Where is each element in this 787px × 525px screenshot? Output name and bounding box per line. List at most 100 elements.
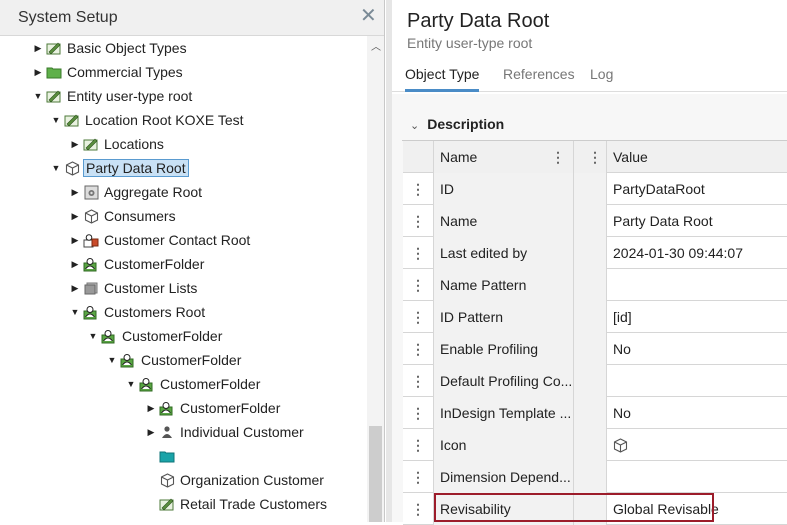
tree-node[interactable]: ▼ CustomerFolder [106,348,243,372]
property-value[interactable] [607,269,787,301]
collapse-arrow-icon[interactable]: ▼ [50,115,62,125]
tab-references[interactable]: References [503,66,575,92]
drag-handle-icon[interactable]: ⋮ [403,301,434,333]
property-value[interactable]: Global Revisable [607,493,787,525]
tree-node-label: Aggregate Root [104,184,203,200]
tree-node[interactable]: ▶ Aggregate Root [69,180,204,204]
property-value[interactable]: 2024-01-30 09:44:07 [607,237,787,269]
drag-handle-icon[interactable]: ⋮ [403,173,434,205]
drag-handle-icon[interactable]: ⋮ [403,429,434,461]
tree-node-label: Consumers [104,208,176,224]
tree-node[interactable]: ▼ Location Root KOXE Test [50,108,246,132]
collapse-arrow-icon[interactable]: ▼ [125,379,137,389]
tree-node-label: CustomerFolder [160,376,261,392]
column-header-name[interactable]: Name ⋮ [434,141,574,173]
drag-handle-icon[interactable]: ⋮ [403,493,434,525]
expand-arrow-icon[interactable]: ▶ [145,403,157,414]
expand-arrow-icon[interactable]: ▶ [69,235,81,246]
tree-node[interactable]: ▶ Consumers [69,204,178,228]
panel-header: System Setup ✕ [0,0,384,36]
tree-node-label: Entity user-type root [67,88,193,104]
tree-node[interactable] [145,444,182,468]
column-menu-icon[interactable]: ⋮ [574,141,607,173]
close-icon[interactable]: ✕ [360,6,377,26]
table-row[interactable]: ⋮ ID PartyDataRoot [403,173,787,205]
drag-handle-icon[interactable]: ⋮ [403,269,434,301]
table-row[interactable]: ⋮ Last edited by 2024-01-30 09:44:07 [403,237,787,269]
column-menu-icon[interactable]: ⋮ [551,149,565,166]
expand-arrow-icon[interactable]: ▶ [69,259,81,270]
table-row[interactable]: ⋮ Default Profiling Co... [403,365,787,397]
expand-arrow-icon[interactable]: ▶ [69,139,81,150]
table-row[interactable]: ⋮ Name Party Data Root [403,205,787,237]
chevron-up-icon[interactable]: ︿ [371,38,381,53]
expand-arrow-icon[interactable]: ▶ [69,283,81,294]
property-name: Last edited by [434,237,574,269]
tree-node[interactable]: ▼ Party Data Root [50,156,189,180]
tree-node[interactable]: ▶ Locations [69,132,166,156]
tree-node-label: CustomerFolder [180,400,281,416]
tree-node[interactable]: ▶ Individual Customer [145,420,306,444]
table-row[interactable]: ⋮ Icon [403,429,787,461]
column-header-value[interactable]: Value [607,141,787,173]
property-value[interactable]: No [607,333,787,365]
table-row[interactable]: ⋮ ID Pattern [id] [403,301,787,333]
tree-node[interactable]: ▼ Customers Root [69,300,207,324]
property-name: InDesign Template ... [434,397,574,429]
table-row[interactable]: ⋮ Name Pattern [403,269,787,301]
user-folder-icon [83,304,99,320]
section-header[interactable]: ⌄ Description [410,116,504,132]
tab-log[interactable]: Log [590,66,613,92]
table-row[interactable]: ⋮ InDesign Template ... No [403,397,787,429]
tree-node[interactable]: ▶ Commercial Types [32,60,185,84]
tree-node-label [178,455,182,457]
collapse-arrow-icon[interactable]: ▼ [87,331,99,341]
chevron-down-icon[interactable]: ⌄ [410,119,419,132]
expand-arrow-icon[interactable]: ▶ [69,211,81,222]
expand-arrow-icon[interactable]: ▶ [32,67,44,78]
property-value[interactable]: PartyDataRoot [607,173,787,205]
property-value[interactable]: [id] [607,301,787,333]
drag-handle-icon[interactable]: ⋮ [403,237,434,269]
drag-handle-icon[interactable]: ⋮ [403,333,434,365]
drag-handle-icon[interactable]: ⋮ [403,461,434,493]
tree-node[interactable]: ▶ CustomerFolder [69,252,206,276]
tree-node[interactable]: ▶ Customer Lists [69,276,199,300]
property-value[interactable]: No [607,397,787,429]
table-row[interactable]: ⋮ Dimension Depend... [403,461,787,493]
drag-handle-icon[interactable]: ⋮ [403,397,434,429]
tree-node[interactable]: ▶ CustomerFolder [145,396,282,420]
tree-node[interactable]: ▶ Customer Contact Root [69,228,252,252]
panel-title: System Setup [18,9,118,26]
collapse-arrow-icon[interactable]: ▼ [106,355,118,365]
tree-node[interactable]: ▼ CustomerFolder [125,372,262,396]
property-value[interactable] [607,429,787,461]
tree-node-label: Customers Root [104,304,206,320]
drag-handle-icon[interactable]: ⋮ [403,365,434,397]
tab-content: ⌄ Description Name ⋮ ⋮ Value ⋮ ID PartyDataR… [392,94,787,525]
tree-node[interactable]: ▶ Basic Object Types [32,36,189,60]
tree-node[interactable]: ▼ Entity user-type root [32,84,194,108]
property-value[interactable]: Party Data Root [607,205,787,237]
detail-panel: Party Data Root Entity user-type root Ob… [392,0,787,525]
scrollbar-thumb[interactable] [369,426,382,522]
expand-arrow-icon[interactable]: ▶ [145,427,157,438]
tree-node[interactable]: ▼ CustomerFolder [87,324,224,348]
tree-node[interactable]: Organization Customer [145,468,326,492]
collapse-arrow-icon[interactable]: ▼ [69,307,81,317]
property-value[interactable] [607,461,787,493]
user-folder-icon [159,400,175,416]
tree-scrollbar[interactable]: ︿ [367,36,384,522]
expand-arrow-icon[interactable]: ▶ [69,187,81,198]
collapse-arrow-icon[interactable]: ▼ [32,91,44,101]
highlight-divider [606,495,607,520]
tab-object-type[interactable]: Object Type [405,66,480,92]
tree-node[interactable]: Retail Trade Customers [145,492,329,516]
property-value[interactable] [607,365,787,397]
drag-handle-icon[interactable]: ⋮ [403,205,434,237]
table-row[interactable]: ⋮ Revisability Global Revisable [403,493,787,525]
tree-node-label: Retail Trade Customers [180,496,328,512]
table-row[interactable]: ⋮ Enable Profiling No [403,333,787,365]
expand-arrow-icon[interactable]: ▶ [32,43,44,54]
collapse-arrow-icon[interactable]: ▼ [50,163,62,173]
